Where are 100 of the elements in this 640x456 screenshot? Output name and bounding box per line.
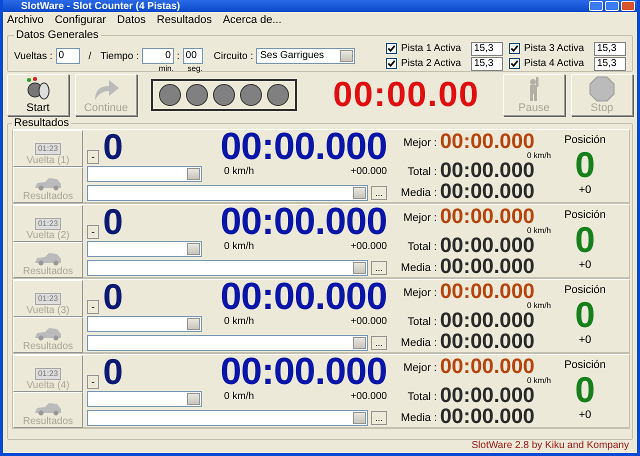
minimize-button[interactable] bbox=[589, 1, 603, 11]
close-button[interactable] bbox=[621, 1, 635, 11]
lap-time: 00:00.000 bbox=[220, 203, 387, 241]
best-label: Mejor : bbox=[402, 137, 437, 151]
position-value: 0 bbox=[574, 221, 596, 259]
driver-dropdown[interactable] bbox=[87, 391, 202, 407]
digital-clock-icon: 01:23 bbox=[34, 218, 62, 230]
track-label: Pista 1 Activa bbox=[401, 43, 462, 54]
race-clock: 00:00.00 bbox=[333, 75, 480, 115]
total-time: 00:00.000 bbox=[440, 235, 536, 256]
menu-item[interactable]: Datos bbox=[117, 14, 146, 28]
lap-time: 00:00.000 bbox=[220, 128, 387, 166]
total-label: Total : bbox=[406, 241, 437, 255]
car-dropdown[interactable] bbox=[87, 260, 368, 276]
menu-item[interactable]: Resultados bbox=[156, 14, 212, 28]
total-time: 00:00.000 bbox=[440, 310, 536, 331]
separator-text: / bbox=[88, 50, 92, 62]
best-label: Mejor : bbox=[402, 212, 437, 226]
average-label: Media : bbox=[400, 337, 437, 351]
position-difference: +0 bbox=[578, 259, 592, 271]
digital-clock-icon: 01:23 bbox=[34, 292, 62, 304]
total-time: 00:00.000 bbox=[440, 160, 536, 181]
digital-clock-icon: 01:23 bbox=[34, 368, 62, 380]
best-time: 00:00.000 bbox=[440, 131, 535, 152]
speed-text: 0 km/h bbox=[224, 241, 254, 252]
track-label: Pista 3 Activa bbox=[524, 43, 586, 54]
position-label: Posición bbox=[564, 359, 606, 371]
total-label: Total : bbox=[406, 166, 437, 180]
car-dropdown[interactable] bbox=[87, 334, 368, 350]
time-colon: : bbox=[176, 50, 180, 62]
time-label: Tiempo : bbox=[100, 50, 139, 62]
seconds-input[interactable]: 00 bbox=[182, 48, 203, 64]
total-label: Total : bbox=[406, 316, 437, 330]
car-dropdown[interactable] bbox=[87, 410, 368, 426]
best-speed: 0 km/h bbox=[526, 302, 551, 310]
driver-dropdown[interactable] bbox=[87, 241, 202, 257]
digital-clock-icon: 01:23 bbox=[34, 142, 62, 154]
best-time: 00:00.000 bbox=[440, 206, 535, 227]
best-speed: 0 km/h bbox=[526, 152, 551, 160]
menu-item[interactable]: Archivo bbox=[7, 14, 44, 28]
track-length-input[interactable]: 15,3 bbox=[594, 56, 626, 70]
group-title: Resultados bbox=[13, 118, 70, 129]
speed-text: 0 km/h bbox=[224, 391, 254, 402]
more-button[interactable]: ... bbox=[371, 186, 387, 200]
total-time: 00:00.000 bbox=[440, 385, 536, 406]
seconds-unit: seg. bbox=[188, 64, 203, 72]
position-label: Posición bbox=[564, 134, 606, 146]
average-label: Media : bbox=[400, 412, 437, 426]
more-button[interactable]: ... bbox=[371, 336, 387, 350]
decrement-button[interactable]: - bbox=[87, 300, 99, 314]
speed-text: 0 km/h bbox=[224, 166, 254, 177]
menu-item[interactable]: Acerca de... bbox=[222, 14, 282, 28]
average-time: 00:00.000 bbox=[440, 181, 536, 202]
driver-dropdown[interactable] bbox=[87, 316, 202, 332]
position-label: Posición bbox=[564, 209, 606, 221]
position-label: Posición bbox=[564, 284, 606, 296]
track-checkbox[interactable] bbox=[509, 43, 520, 54]
driver-dropdown[interactable] bbox=[87, 166, 202, 182]
maximize-button[interactable] bbox=[605, 1, 619, 11]
laps-input[interactable]: 0 bbox=[56, 48, 80, 64]
time-difference: +00.000 bbox=[350, 391, 387, 402]
time-difference: +00.000 bbox=[350, 241, 387, 252]
minutes-input[interactable]: 0 bbox=[142, 48, 174, 64]
best-speed: 0 km/h bbox=[526, 227, 551, 235]
speed-text: 0 km/h bbox=[224, 316, 254, 327]
stop-sign-icon bbox=[587, 76, 617, 102]
toolbar-button[interactable]: Start bbox=[7, 74, 69, 116]
person-icon bbox=[529, 76, 539, 102]
track-length-input[interactable]: 15,3 bbox=[471, 42, 503, 56]
best-label: Mejor : bbox=[402, 287, 437, 301]
time-difference: +00.000 bbox=[350, 166, 387, 177]
lap-count: 0 bbox=[103, 128, 124, 166]
track-length-input[interactable]: 15,3 bbox=[594, 42, 626, 56]
time-difference: +00.000 bbox=[350, 316, 387, 327]
position-value: 0 bbox=[574, 296, 596, 334]
decrement-button[interactable]: - bbox=[87, 375, 99, 389]
more-button[interactable]: ... bbox=[371, 260, 387, 274]
best-speed: 0 km/h bbox=[526, 377, 551, 385]
decrement-button[interactable]: - bbox=[87, 150, 99, 164]
lap-time: 00:00.000 bbox=[220, 278, 387, 316]
best-time: 00:00.000 bbox=[440, 281, 535, 302]
position-value: 0 bbox=[574, 371, 596, 409]
average-label: Media : bbox=[400, 262, 437, 276]
lap-time: 00:00.000 bbox=[220, 353, 387, 391]
decrement-button[interactable]: - bbox=[87, 225, 99, 239]
track-label: Pista 2 Activa bbox=[401, 58, 462, 69]
menu-item[interactable]: Configurar bbox=[54, 14, 106, 28]
track-checkbox[interactable] bbox=[386, 58, 397, 69]
circuit-label: Circuito : bbox=[214, 50, 254, 62]
position-value: 0 bbox=[574, 146, 596, 184]
car-dropdown[interactable] bbox=[87, 184, 368, 200]
track-checkbox[interactable] bbox=[509, 58, 520, 69]
average-time: 00:00.000 bbox=[440, 256, 536, 277]
more-button[interactable]: ... bbox=[371, 410, 387, 424]
circuit-dropdown[interactable]: Ses Garrigues bbox=[256, 48, 356, 64]
average-time: 00:00.000 bbox=[440, 406, 536, 427]
track-length-input[interactable]: 15,3 bbox=[471, 56, 503, 70]
best-time: 00:00.000 bbox=[440, 356, 535, 377]
track-checkbox[interactable] bbox=[386, 43, 397, 54]
best-label: Mejor : bbox=[402, 362, 437, 376]
